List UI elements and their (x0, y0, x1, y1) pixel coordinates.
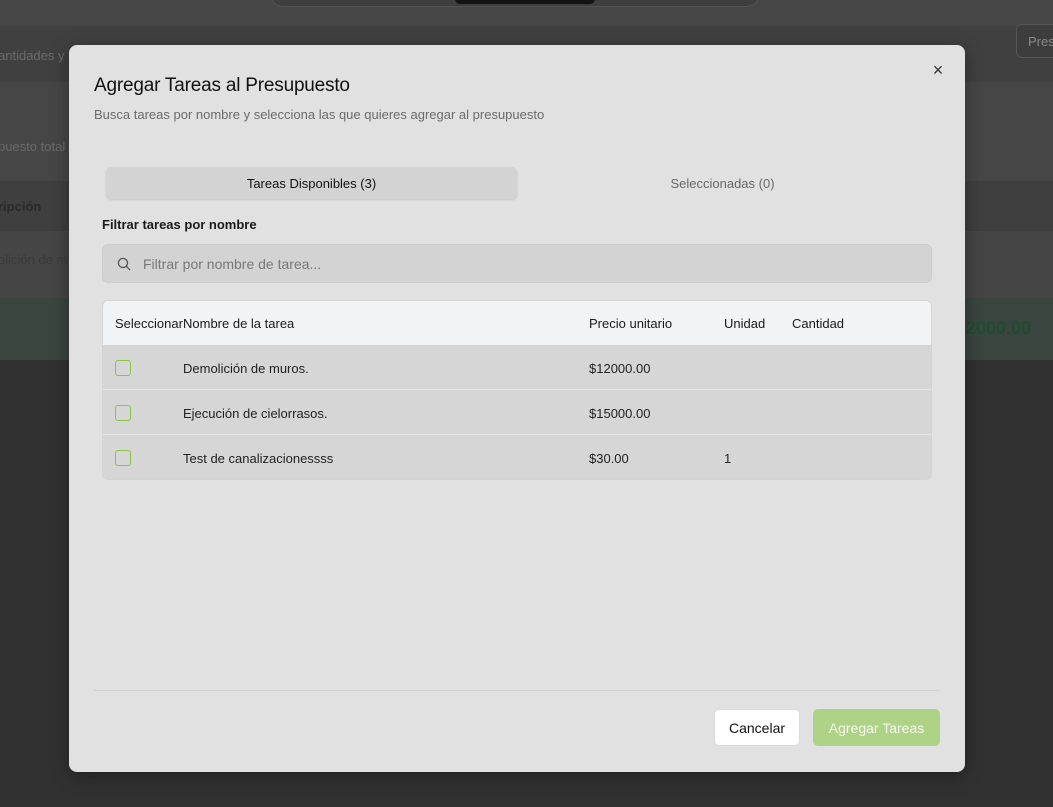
task-name: Ejecución de cielorrasos. (183, 406, 328, 421)
add-tasks-button[interactable]: Agregar Tareas (813, 709, 940, 746)
background-row-text: olición de m (0, 252, 68, 267)
background-budget-button-label: Pres (1028, 34, 1053, 49)
background-band-text: antidades y (0, 48, 65, 63)
task-name: Demolición de muros. (183, 361, 309, 376)
table-row: Test de canalizacionessss $30.00 1 (103, 436, 931, 479)
dialog-title: Agregar Tareas al Presupuesto (94, 75, 350, 96)
close-icon[interactable]: × (929, 61, 947, 79)
table-header: Seleccionar Nombre de la tarea Precio un… (103, 301, 931, 346)
task-price: $15000.00 (589, 406, 651, 421)
task-unit: 1 (724, 451, 732, 466)
row-checkbox[interactable] (115, 450, 131, 466)
background-total-label: puesto total (0, 139, 66, 154)
table-row: Demolición de muros. $12000.00 (103, 346, 931, 390)
background-description-header: ripción (0, 199, 42, 214)
task-price: $12000.00 (589, 361, 651, 376)
header-unit-price: Precio unitario (589, 316, 673, 331)
task-price: $30.00 (589, 451, 629, 466)
background-total-amount: 2000.00 (966, 318, 1032, 338)
add-tasks-dialog: × Agregar Tareas al Presupuesto Busca ta… (69, 45, 965, 772)
tab-list: Tareas Disponibles (3) Seleccionadas (0) (102, 164, 932, 202)
footer-divider (94, 690, 940, 691)
dialog-subtitle: Busca tareas por nombre y selecciona las… (94, 107, 545, 122)
search-icon (117, 257, 131, 271)
background-top-pill-handle (455, 0, 595, 4)
cancel-button[interactable]: Cancelar (714, 709, 800, 746)
tab-available-tasks[interactable]: Tareas Disponibles (3) (106, 167, 517, 199)
tab-selected-tasks[interactable]: Seleccionadas (0) (517, 167, 928, 199)
table-row: Ejecución de cielorrasos. $15000.00 (103, 391, 931, 435)
header-unit: Unidad (724, 316, 766, 331)
row-checkbox[interactable] (115, 405, 131, 421)
header-select: Seleccionar (115, 316, 183, 331)
tasks-table: Seleccionar Nombre de la tarea Precio un… (102, 300, 932, 480)
header-quantity: Cantidad (792, 316, 845, 331)
search-box (102, 244, 932, 283)
filter-label: Filtrar tareas por nombre (102, 217, 257, 232)
row-checkbox[interactable] (115, 360, 131, 376)
search-input[interactable] (143, 245, 913, 282)
task-name: Test de canalizacionessss (183, 451, 334, 466)
header-task-name: Nombre de la tarea (183, 316, 295, 331)
